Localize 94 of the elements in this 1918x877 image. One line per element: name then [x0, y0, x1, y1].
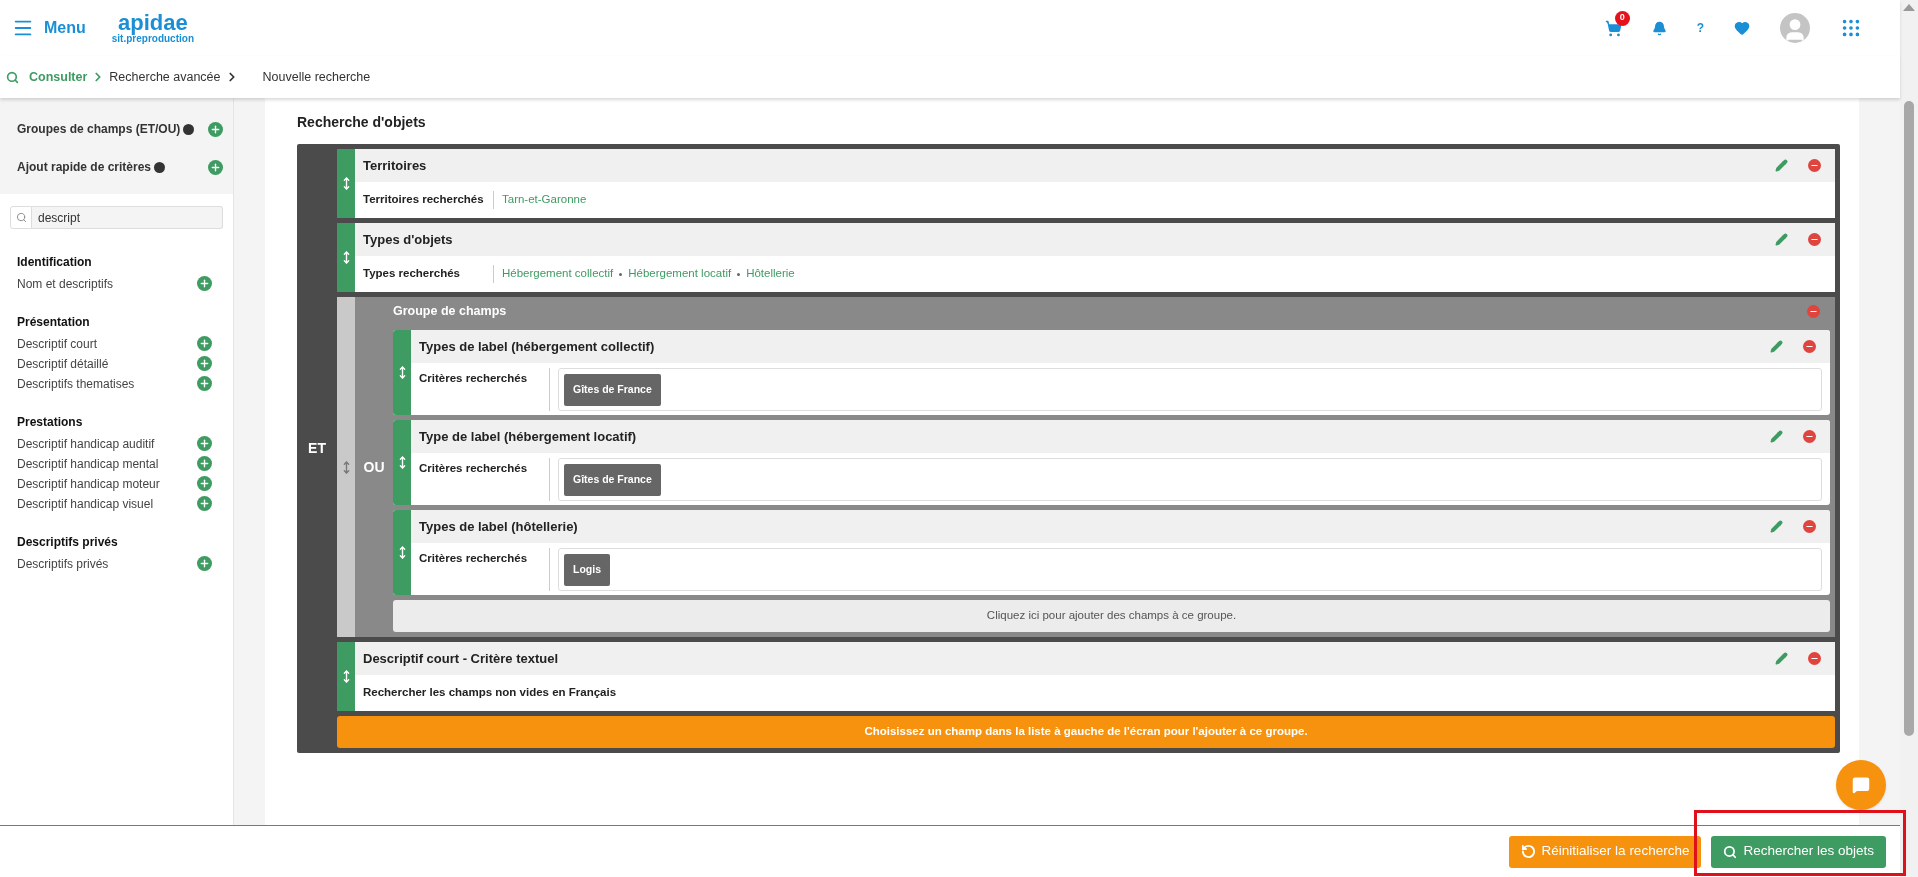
drag-handle[interactable] [337, 297, 355, 637]
remove-icon[interactable] [1808, 652, 1821, 665]
card-title: Descriptif court - Critère textuel [363, 649, 560, 668]
field-item[interactable]: Nom et descriptifs [17, 274, 197, 293]
drag-handle[interactable] [337, 642, 355, 711]
chat-icon [1852, 776, 1870, 794]
bullet-icon [737, 272, 741, 276]
scrollbar[interactable] [1900, 0, 1918, 877]
operator-label: ET [308, 439, 326, 458]
help-link[interactable]: ? [1696, 19, 1704, 37]
field-item[interactable]: Descriptif handicap mental [17, 454, 197, 473]
search-icon [1723, 844, 1738, 859]
tag: Gîtes de France [564, 464, 661, 496]
add-icon[interactable] [197, 496, 212, 511]
criterion-value: Hébergement collectif [502, 266, 614, 282]
card-title: Types d'objets [363, 230, 454, 249]
group-title: Groupe de champs [393, 302, 508, 320]
bullet-icon [619, 272, 623, 276]
field-item[interactable]: Descriptifs privés [17, 554, 197, 573]
edit-icon[interactable] [1770, 340, 1783, 353]
logo-wordmark: apidae [118, 12, 188, 34]
breadcrumb-link[interactable]: Consulter [29, 67, 88, 87]
breadcrumb-current: Nouvelle recherche [262, 68, 371, 86]
logo-subtitle: sit.preproduction [111, 34, 194, 44]
sidebar-action[interactable]: Groupes de champs (ET/OU) [17, 120, 181, 138]
remove-icon[interactable] [1808, 233, 1821, 246]
field-item[interactable]: Descriptif handicap auditif [17, 434, 197, 453]
field-item[interactable]: Descriptifs thematises [17, 374, 197, 393]
menu-button[interactable]: Menu [12, 16, 86, 40]
cart-icon[interactable] [1604, 19, 1622, 37]
add-icon[interactable] [197, 556, 212, 571]
section-title: Descriptifs privés [17, 534, 119, 551]
field-item[interactable]: Descriptif handicap moteur [17, 474, 197, 493]
card-title: Type de label (hébergement locatif) [419, 427, 638, 446]
criterion-label: Critères recherchés [419, 371, 529, 386]
add-fields-bar[interactable]: Cliquez ici pour ajouter des champs à ce groupe. [393, 600, 1830, 632]
tag: Gîtes de France [564, 374, 661, 406]
section-title: Prestations [17, 414, 84, 431]
drag-handle[interactable] [393, 420, 411, 505]
card-title: Territoires [363, 156, 428, 175]
add-icon[interactable] [197, 376, 212, 391]
add-icon[interactable] [197, 476, 212, 491]
remove-icon[interactable] [1807, 304, 1820, 318]
search-field[interactable]: descript [32, 206, 223, 229]
drag-handle[interactable] [393, 510, 411, 595]
add-icon[interactable] [197, 436, 212, 451]
apps-grid-icon[interactable] [1840, 17, 1862, 39]
field-item[interactable]: Descriptif handicap visuel [17, 494, 197, 513]
criterion-value: Tarn-et-Garonne [502, 192, 587, 208]
add-icon[interactable] [197, 336, 212, 351]
drag-handle[interactable] [337, 223, 355, 292]
criterion-text: Rechercher les champs non vides en Français [363, 685, 617, 701]
criterion-label: Critères recherchés [419, 551, 529, 566]
remove-icon[interactable] [1803, 520, 1816, 533]
edit-icon[interactable] [1775, 652, 1788, 665]
avatar-icon[interactable] [1780, 13, 1810, 43]
search-icon [10, 206, 32, 229]
remove-icon[interactable] [1803, 430, 1816, 443]
edit-icon[interactable] [1775, 233, 1788, 246]
section-title: Identification [17, 254, 93, 271]
search-icon [6, 70, 19, 84]
card-title: Types de label (hébergement collectif) [419, 337, 656, 356]
card-title: Types de label (hôtellerie) [419, 517, 579, 536]
add-field-hint-bar: Choisissez un champ dans la liste à gauche de l'écran pour l'ajouter à ce groupe. [337, 716, 1835, 748]
remove-icon[interactable] [1803, 340, 1816, 353]
breadcrumb-link[interactable]: Recherche avancée [109, 67, 221, 87]
favorites-icon[interactable] [1734, 20, 1750, 36]
add-icon[interactable] [197, 276, 212, 291]
field-item[interactable]: Descriptif détaillé [17, 354, 197, 373]
page-title: Recherche d'objets [297, 113, 427, 132]
criterion-value: Hébergement locatif [628, 266, 732, 282]
criterion-value: Hôtellerie [746, 266, 795, 282]
criterion-label: Territoires recherchés [363, 192, 485, 208]
field-item[interactable]: Descriptif court [17, 334, 197, 353]
add-icon[interactable] [197, 456, 212, 471]
sidebar-action[interactable]: Ajout rapide de critères [17, 158, 152, 176]
notifications-icon[interactable] [1651, 20, 1667, 36]
logo[interactable]: apidae sit.preproduction [111, 12, 194, 44]
tag: Logis [564, 554, 610, 586]
add-icon[interactable] [208, 159, 223, 175]
add-icon[interactable] [208, 121, 223, 137]
remove-icon[interactable] [1808, 159, 1821, 172]
cart-count-badge: 0 [1614, 10, 1630, 26]
edit-icon[interactable] [1775, 159, 1788, 172]
add-icon[interactable] [197, 356, 212, 371]
drag-handle[interactable] [337, 149, 355, 218]
edit-icon[interactable] [1770, 430, 1783, 443]
criterion-label: Critères recherchés [419, 461, 529, 476]
drag-handle[interactable] [393, 330, 411, 415]
criterion-label: Types recherchés [363, 266, 461, 282]
reset-icon [1520, 844, 1536, 859]
section-title: Présentation [17, 314, 91, 331]
operator-label: OU [363, 457, 385, 477]
edit-icon[interactable] [1770, 520, 1783, 533]
